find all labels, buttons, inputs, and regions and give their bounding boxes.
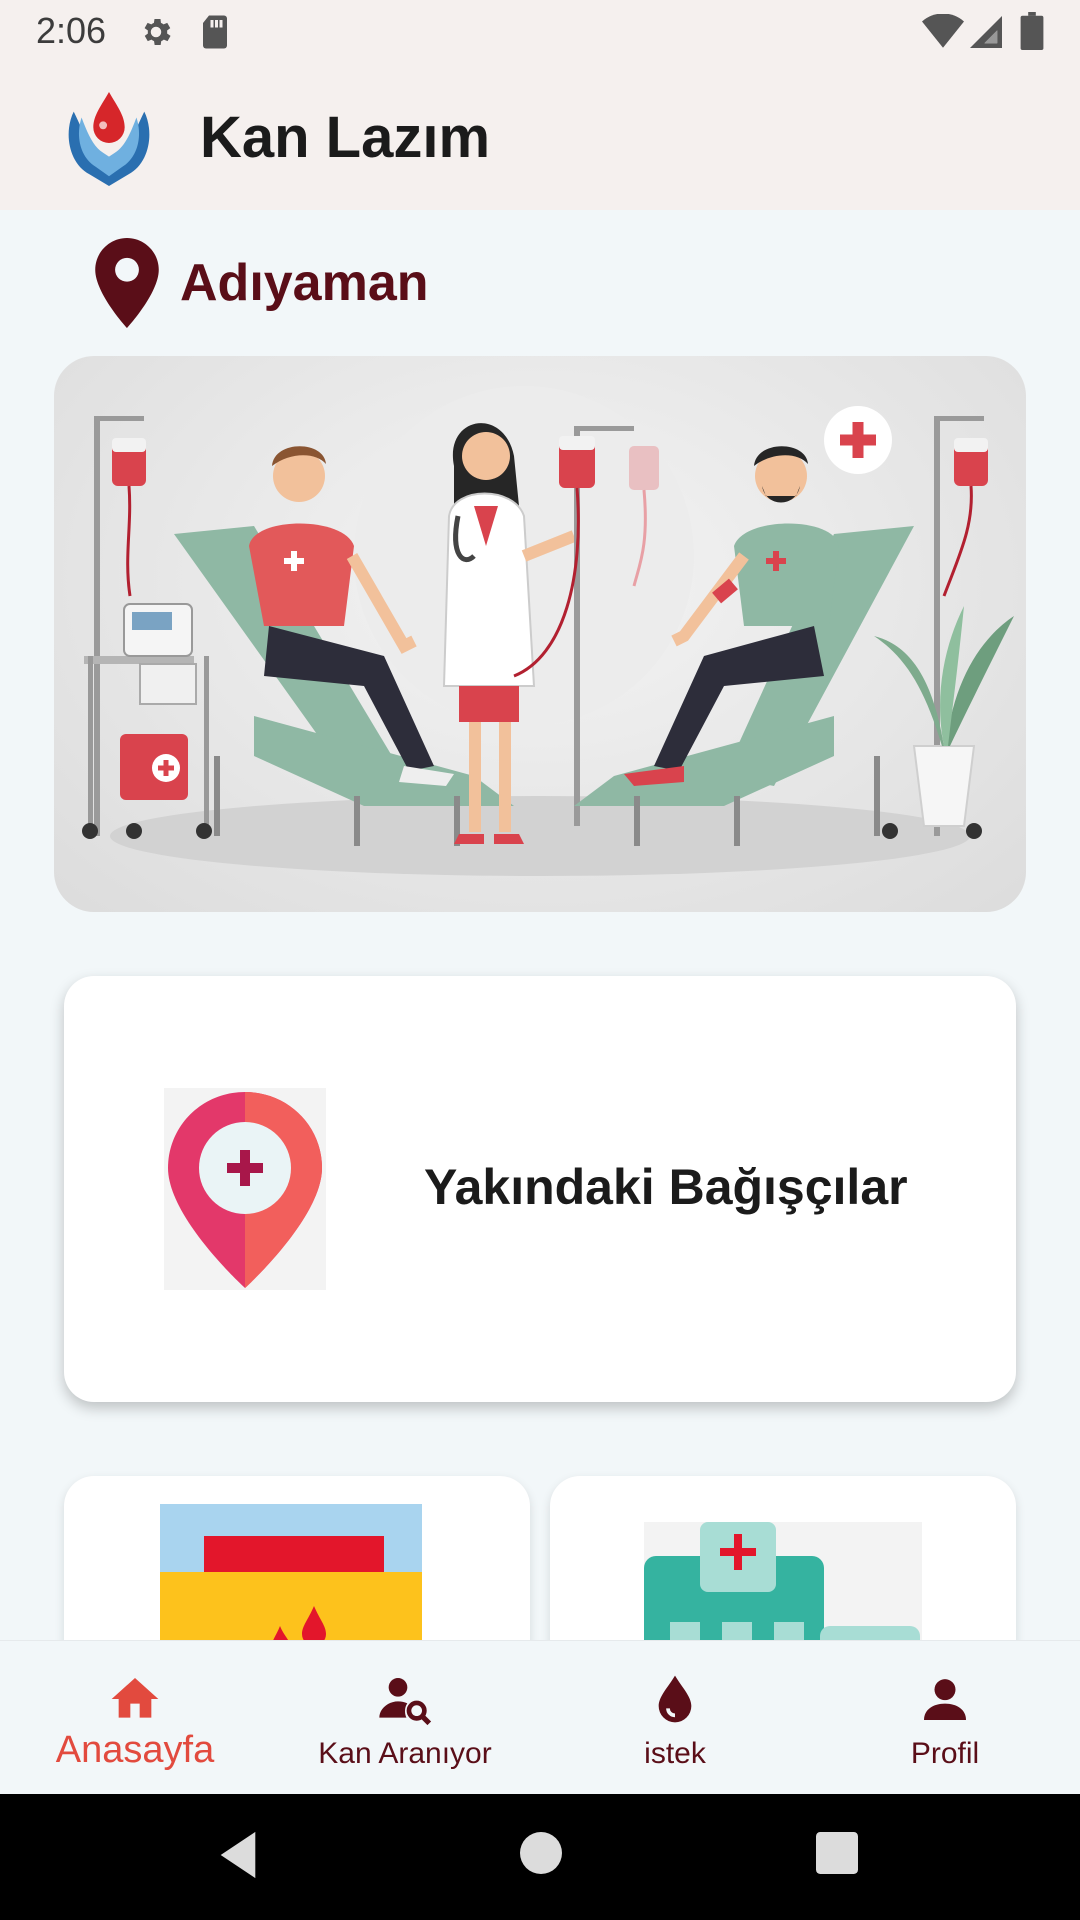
nav-label-home: Anasayfa [55,1729,215,1771]
location-label: Adıyaman [180,254,429,312]
nav-item-home[interactable]: Anasayfa [0,1641,270,1795]
app-bar: Kan Lazım [0,64,1080,210]
nav-item-profile[interactable]: Profil [810,1641,1080,1795]
sd-card-icon [203,15,227,49]
battery-icon [1020,12,1044,50]
app-logo-icon [68,91,150,187]
banner-image [54,356,1026,912]
nav-label-blood-search: Kan Aranıyor [318,1737,492,1770]
person-icon [924,1679,966,1720]
location-pin-icon [95,238,159,328]
gear-icon [144,18,171,46]
nav-label-request: istek [644,1737,706,1770]
blood-drop-icon [658,1675,692,1723]
nearby-donors-card[interactable]: Yakındaki Bağışçılar [64,976,1016,1402]
app-title: Kan Lazım [200,105,491,170]
nav-item-request[interactable]: istek [540,1641,810,1795]
blood-donation-illustration [82,386,1014,876]
location-plus-icon [164,1088,326,1290]
system-navigation-bar [0,1794,1080,1920]
back-icon[interactable] [216,1830,260,1880]
nav-label-profile: Profil [910,1737,980,1770]
signal-icon [970,16,1002,48]
status-time: 2:06 [36,10,107,51]
wifi-icon [922,14,964,48]
nav-item-blood-search[interactable]: Kan Aranıyor [270,1641,540,1795]
home-button-icon[interactable] [520,1832,562,1874]
home-icon [111,1678,159,1718]
nearby-donors-label: Yakındaki Bağışçılar [424,1159,908,1215]
person-search-icon [379,1678,432,1726]
bottom-navigation: Anasayfa Kan Aranıyor istek Profil [0,1640,1080,1794]
status-bar: 2:06 [0,0,1080,64]
recent-apps-icon[interactable] [816,1832,858,1874]
location-selector[interactable]: Adıyaman [94,238,429,328]
